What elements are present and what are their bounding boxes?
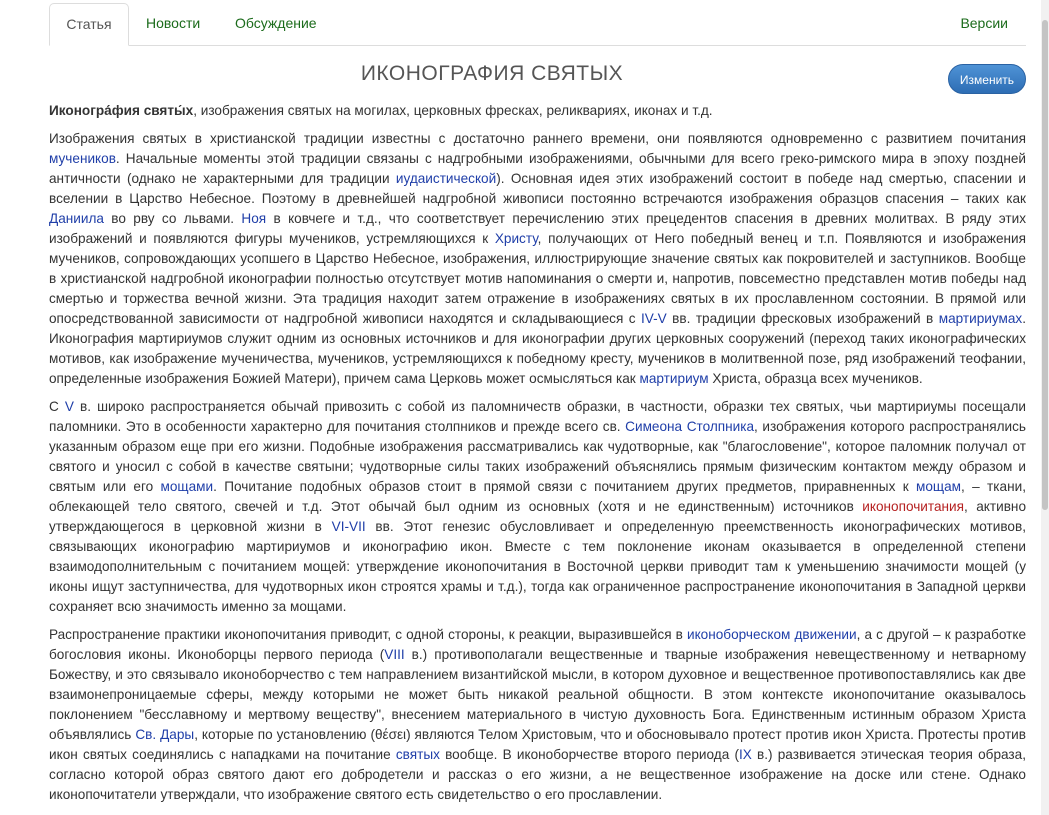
- link-relics[interactable]: мощами: [161, 479, 214, 494]
- tab-versions[interactable]: Версии: [960, 3, 1008, 44]
- tab-article[interactable]: Статья: [49, 3, 129, 46]
- paragraph-1: Изображения святых в христианской традиц…: [49, 129, 1026, 389]
- paragraph-2: С V в. широко распространяется обычай пр…: [49, 397, 1026, 617]
- scrollbar[interactable]: [1041, 0, 1049, 815]
- text: Изображения святых в христианской традиц…: [49, 131, 1026, 146]
- link-saints[interactable]: святых: [396, 747, 440, 762]
- link-centuries-vi-vii[interactable]: VI-VII: [332, 519, 366, 534]
- link-judaistic[interactable]: иудаистической: [396, 171, 496, 186]
- article-body: Иконогра́фия святы́х, изображения святых…: [49, 101, 1026, 813]
- link-christ[interactable]: Христу: [495, 231, 538, 246]
- paragraph-3: Распространение практики иконопочитания …: [49, 625, 1026, 805]
- link-daniel[interactable]: Даниила: [49, 211, 104, 226]
- lead-term: Иконогра́фия святы́х: [49, 103, 194, 118]
- link-century-v[interactable]: V: [65, 399, 74, 414]
- lead-paragraph: Иконогра́фия святы́х, изображения святых…: [49, 101, 1026, 121]
- text: С: [49, 399, 65, 414]
- link-simeon-stylites[interactable]: Симеона Столпника: [625, 419, 754, 434]
- text: Распространение практики иконопочитания …: [49, 627, 687, 642]
- tab-bar: Статья Новости Обсуждение Версии: [49, 3, 1026, 46]
- tab-news[interactable]: Новости: [146, 3, 200, 44]
- text: вообще. В иконоборчестве второго периода…: [439, 747, 739, 762]
- link-iconoclasm[interactable]: иконоборческом движении: [687, 627, 857, 642]
- text: Христа, образца всех мучеников.: [708, 371, 923, 386]
- page-title: ИКОНОГРАФИЯ СВЯТЫХ: [360, 62, 624, 85]
- link-centuries-iv-v[interactable]: IV-V: [641, 311, 667, 326]
- link-holy-gifts[interactable]: Св. Дары: [135, 727, 194, 742]
- lead-text: , изображения святых на могилах, церковн…: [193, 103, 713, 118]
- link-century-ix[interactable]: IX: [739, 747, 752, 762]
- link-icon-veneration[interactable]: иконопочитания: [862, 499, 964, 514]
- tab-discussion[interactable]: Обсуждение: [235, 3, 317, 44]
- link-noah[interactable]: Ноя: [241, 211, 266, 226]
- text: . Почитание подобных образов стоит в пря…: [213, 479, 917, 494]
- link-martyrium[interactable]: мартириум: [640, 371, 709, 386]
- link-martyria[interactable]: мартириумах: [939, 311, 1023, 326]
- link-relics-2[interactable]: мощам: [916, 479, 961, 494]
- edit-button[interactable]: Изменить: [948, 64, 1026, 94]
- link-martyrs[interactable]: мучеников: [49, 151, 116, 166]
- text: во рву со львами.: [103, 211, 242, 226]
- link-century-viii[interactable]: VIII: [384, 647, 404, 662]
- scrollbar-thumb[interactable]: [1042, 20, 1048, 510]
- text: вв. традиции фресковых изображений в: [666, 311, 939, 326]
